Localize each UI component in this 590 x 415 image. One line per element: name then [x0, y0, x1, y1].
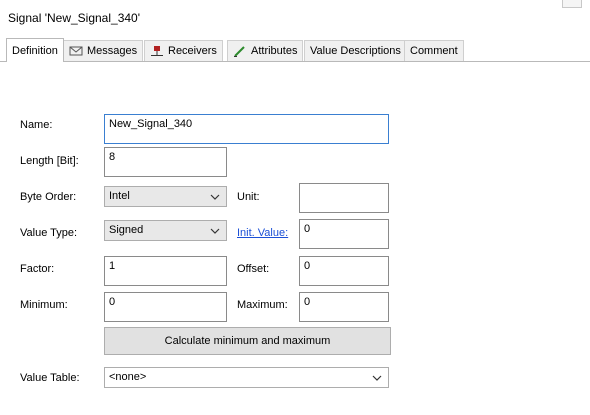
maximum-value: 0 — [304, 296, 311, 308]
byte-order-select[interactable]: Intel — [104, 186, 227, 207]
offset-label: Offset: — [237, 263, 270, 275]
factor-field[interactable]: 1 — [104, 256, 227, 286]
chevron-down-icon — [210, 192, 220, 200]
byte-order-label: Byte Order: — [20, 191, 77, 203]
maximum-field[interactable]: 0 — [299, 292, 389, 322]
tab-label: Definition — [12, 44, 58, 57]
init-value-value: 0 — [304, 223, 311, 235]
window-control[interactable] — [562, 0, 582, 8]
factor-value: 1 — [109, 260, 116, 272]
chevron-down-icon — [372, 373, 382, 381]
value-table-select[interactable]: <none> — [104, 367, 389, 388]
receiver-node-icon — [150, 45, 164, 57]
tab-attributes[interactable]: Attributes — [227, 40, 304, 61]
tab-comment[interactable]: Comment — [404, 40, 464, 61]
definition-panel: Name: New_Signal_340 Length [Bit]: 8 Byt… — [0, 62, 590, 415]
minimum-label: Minimum: — [20, 299, 68, 311]
value-type-value: Signed — [109, 224, 144, 236]
name-value: New_Signal_340 — [109, 118, 193, 130]
calculate-min-max-button[interactable]: Calculate minimum and maximum — [104, 327, 391, 355]
offset-field[interactable]: 0 — [299, 256, 389, 286]
unit-field[interactable] — [299, 183, 389, 213]
length-field[interactable]: 8 — [104, 147, 227, 177]
window-title: Signal 'New_Signal_340' — [8, 11, 141, 25]
tab-strip: Definition Messages Receivers Attributes… — [0, 36, 590, 62]
offset-value: 0 — [304, 260, 311, 272]
factor-label: Factor: — [20, 263, 55, 275]
init-value-field[interactable]: 0 — [299, 219, 389, 249]
value-table-label: Value Table: — [20, 372, 80, 384]
byte-order-value: Intel — [109, 190, 130, 202]
tab-definition[interactable]: Definition — [6, 38, 64, 62]
pencil-icon — [233, 45, 247, 57]
name-field[interactable]: New_Signal_340 — [104, 114, 389, 144]
value-table-value: <none> — [109, 371, 147, 383]
minimum-value: 0 — [109, 296, 116, 308]
minimum-field[interactable]: 0 — [104, 292, 227, 322]
maximum-label: Maximum: — [237, 299, 288, 311]
title-bar: Signal 'New_Signal_340' — [0, 0, 590, 36]
tab-value-descriptions[interactable]: Value Descriptions — [304, 40, 407, 61]
value-type-label: Value Type: — [20, 227, 78, 239]
length-label: Length [Bit]: — [20, 155, 79, 167]
tab-receivers[interactable]: Receivers — [144, 40, 223, 61]
tab-label: Attributes — [251, 45, 298, 57]
unit-label: Unit: — [237, 191, 260, 203]
tab-label: Receivers — [168, 45, 217, 57]
calculate-button-label: Calculate minimum and maximum — [164, 335, 331, 347]
tab-label: Messages — [87, 45, 138, 57]
chevron-down-icon — [210, 226, 220, 234]
tab-messages[interactable]: Messages — [63, 40, 144, 61]
envelope-icon — [69, 45, 83, 57]
length-value: 8 — [109, 151, 116, 163]
tab-label: Comment — [410, 45, 458, 57]
init-value-link[interactable]: Init. Value: — [237, 227, 288, 239]
value-type-select[interactable]: Signed — [104, 220, 227, 241]
tab-label: Value Descriptions — [310, 45, 401, 57]
name-label: Name: — [20, 119, 53, 131]
